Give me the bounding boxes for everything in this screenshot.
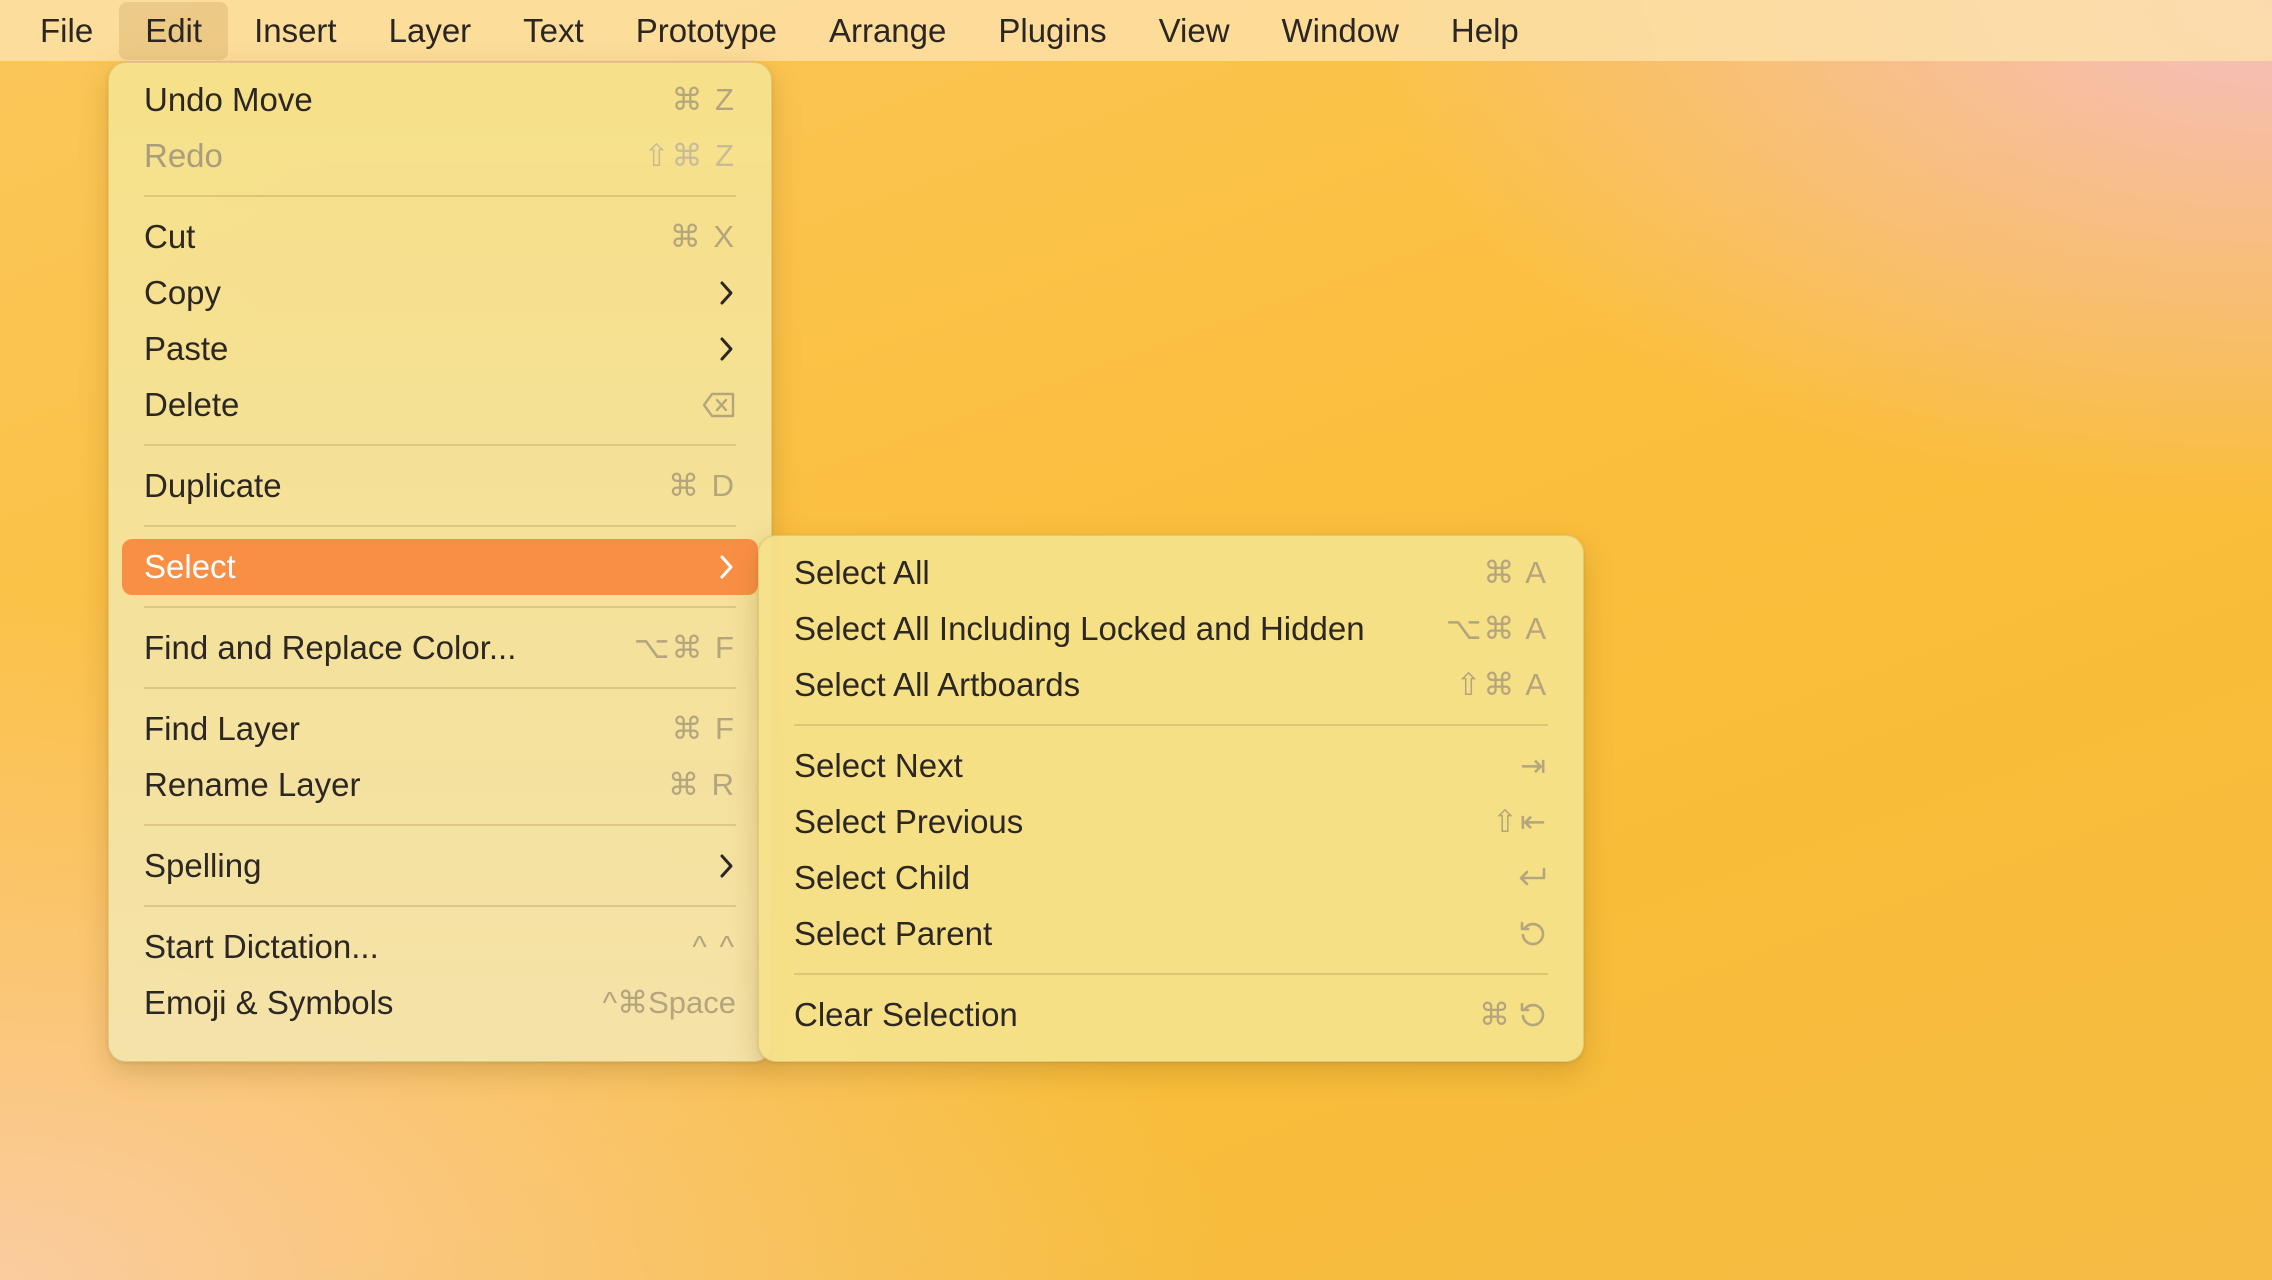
menubar-window[interactable]: Window [1256, 2, 1425, 60]
return-icon [1516, 866, 1548, 890]
menu-separator [144, 525, 736, 527]
shortcut-label: ⌥⌘ F [633, 630, 736, 665]
menu-item-select-next[interactable]: Select Next ⇥ [772, 738, 1570, 794]
chevron-right-icon [718, 278, 736, 308]
command-key-label: ⌘ [1479, 997, 1512, 1032]
menubar-arrange[interactable]: Arrange [803, 2, 972, 60]
menu-item-select[interactable]: Select [122, 539, 758, 595]
shortcut-label: ⇧⌘ Z [643, 138, 736, 173]
menu-item-emoji-symbols[interactable]: Emoji & Symbols ^⌘Space [122, 975, 758, 1031]
menu-item-undo-move[interactable]: Undo Move ⌘ Z [122, 72, 758, 128]
shortcut-label: ^ ^ [692, 929, 736, 964]
menu-item-start-dictation[interactable]: Start Dictation... ^ ^ [122, 919, 758, 975]
shortcut-label: ⌥⌘ A [1445, 611, 1548, 646]
menu-separator [144, 905, 736, 907]
menu-item-label: Select Next [794, 747, 963, 784]
menu-bar: File Edit Insert Layer Text Prototype Ar… [0, 0, 2272, 61]
menu-item-select-all[interactable]: Select All ⌘ A [772, 545, 1570, 601]
menu-separator [144, 195, 736, 197]
menu-separator [794, 724, 1548, 726]
menu-item-rename-layer[interactable]: Rename Layer ⌘ R [122, 757, 758, 813]
menubar-edit[interactable]: Edit [119, 1, 229, 60]
menu-item-label: Cut [144, 218, 196, 255]
menu-item-paste[interactable]: Paste [122, 321, 758, 377]
menu-item-label: Select Parent [794, 915, 993, 952]
menu-item-cut[interactable]: Cut ⌘ X [122, 209, 758, 265]
shortcut-label: ⌘ A [1483, 555, 1548, 590]
menu-item-clear-selection[interactable]: Clear Selection ⌘ [772, 987, 1570, 1043]
menu-item-select-parent[interactable]: Select Parent [772, 906, 1570, 962]
menu-item-label: Select All Including Locked and Hidden [794, 610, 1365, 647]
select-submenu: Select All ⌘ A Select All Including Lock… [758, 535, 1584, 1062]
menu-item-label: Clear Selection [794, 996, 1018, 1033]
rotate-ccw-icon [1518, 919, 1548, 949]
menubar-text[interactable]: Text [497, 2, 610, 60]
rotate-ccw-icon [1520, 1002, 1545, 1027]
shortcut-label: ⌘ R [668, 767, 736, 802]
menu-item-find-replace-color[interactable]: Find and Replace Color... ⌥⌘ F [122, 620, 758, 676]
shortcut-label: ⌘ Z [671, 82, 736, 117]
clear-selection-shortcut: ⌘ [1479, 997, 1548, 1033]
menubar-prototype[interactable]: Prototype [610, 2, 803, 60]
menubar-file[interactable]: File [14, 2, 119, 60]
menu-item-copy[interactable]: Copy [122, 265, 758, 321]
menu-item-select-all-artboards[interactable]: Select All Artboards ⇧⌘ A [772, 657, 1570, 713]
shortcut-label: ⌘ X [669, 219, 736, 254]
shortcut-label: ⇧⌘ A [1455, 667, 1548, 702]
menu-item-label: Spelling [144, 847, 262, 884]
menu-item-select-previous[interactable]: Select Previous ⇧⇤ [772, 794, 1570, 850]
menu-item-spelling[interactable]: Spelling [122, 838, 758, 894]
chevron-right-icon [718, 552, 736, 582]
shortcut-label: ^⌘Space [602, 985, 736, 1020]
edit-menu: Undo Move ⌘ Z Redo ⇧⌘ Z Cut ⌘ X Copy Pas… [108, 62, 772, 1062]
menu-item-label: Copy [144, 274, 222, 311]
menu-item-duplicate[interactable]: Duplicate ⌘ D [122, 458, 758, 514]
menu-separator [144, 606, 736, 608]
shortcut-label: ⇧⇤ [1492, 804, 1548, 839]
shortcut-label: ⌘ F [671, 711, 736, 746]
menu-item-label: Select Previous [794, 803, 1024, 840]
menu-item-label: Select Child [794, 859, 971, 896]
menu-item-label: Redo [144, 137, 223, 174]
menu-item-redo[interactable]: Redo ⇧⌘ Z [122, 128, 758, 184]
menu-item-label: Select All [794, 554, 930, 591]
menu-item-select-child[interactable]: Select Child [772, 850, 1570, 906]
menu-item-label: Rename Layer [144, 766, 361, 803]
shortcut-label: ⇥ [1520, 748, 1548, 783]
menu-item-label: Find and Replace Color... [144, 629, 517, 666]
menu-item-label: Undo Move [144, 81, 313, 118]
menu-item-select-all-locked-hidden[interactable]: Select All Including Locked and Hidden ⌥… [772, 601, 1570, 657]
menu-item-label: Select All Artboards [794, 666, 1081, 703]
chevron-right-icon [718, 851, 736, 881]
menu-separator [144, 824, 736, 826]
menu-item-label: Duplicate [144, 467, 282, 504]
delete-backward-icon [702, 392, 736, 418]
menu-item-find-layer[interactable]: Find Layer ⌘ F [122, 701, 758, 757]
chevron-right-icon [718, 334, 736, 364]
menubar-insert[interactable]: Insert [228, 2, 363, 60]
menu-separator [144, 444, 736, 446]
menu-item-label: Delete [144, 386, 240, 423]
menu-item-delete[interactable]: Delete [122, 377, 758, 433]
menubar-layer[interactable]: Layer [363, 2, 498, 60]
menu-item-label: Paste [144, 330, 229, 367]
menubar-view[interactable]: View [1133, 2, 1256, 60]
menu-separator [144, 687, 736, 689]
menu-item-label: Start Dictation... [144, 928, 379, 965]
menu-separator [794, 973, 1548, 975]
menu-item-label: Select [144, 548, 236, 585]
menubar-plugins[interactable]: Plugins [972, 2, 1132, 60]
menu-item-label: Emoji & Symbols [144, 984, 394, 1021]
menubar-help[interactable]: Help [1425, 2, 1545, 60]
menu-item-label: Find Layer [144, 710, 300, 747]
shortcut-label: ⌘ D [668, 468, 736, 503]
